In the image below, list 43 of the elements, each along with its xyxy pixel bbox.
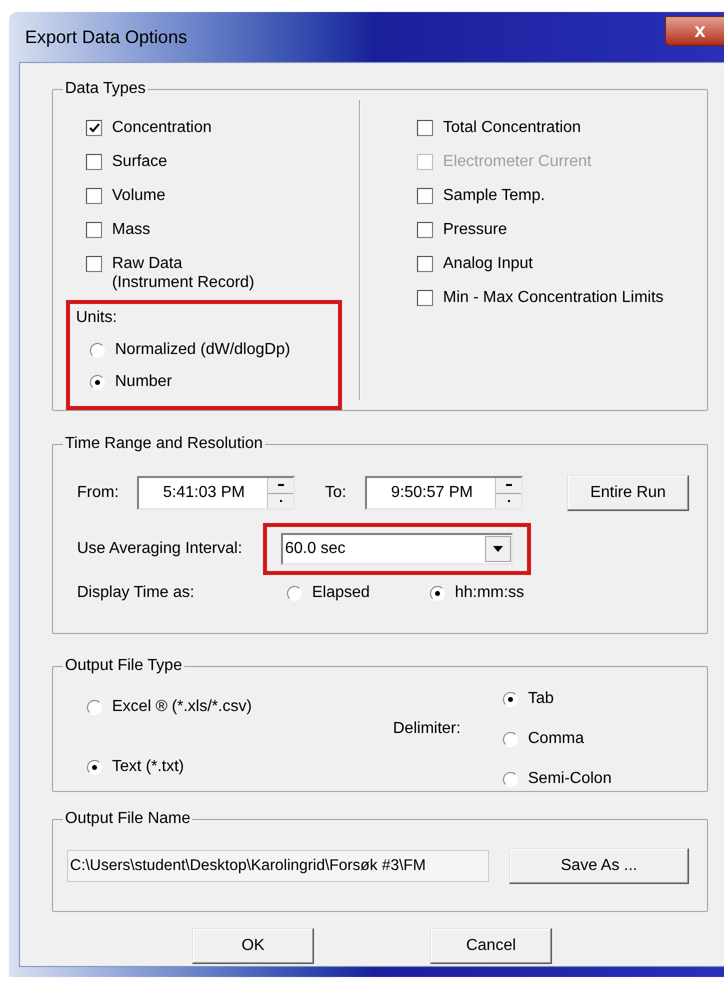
- from-label: From:: [77, 483, 120, 503]
- checkbox-label: Volume: [112, 186, 166, 205]
- units-label: Units:: [76, 308, 118, 328]
- dialog-button[interactable]: Entire Run: [567, 475, 689, 511]
- interval-dropdown[interactable]: 60.0 sec: [281, 533, 513, 565]
- checkbox-label: Electrometer Current: [443, 152, 592, 171]
- radio-label: Normalized (dW/dlogDp): [115, 340, 290, 360]
- checkbox-label: Sample Temp.: [443, 186, 545, 205]
- dialog-button[interactable]: OK: [192, 928, 314, 964]
- averaging-label: Use Averaging Interval:: [77, 539, 244, 559]
- radio-label: Comma: [528, 729, 584, 749]
- display-time-label: Display Time as:: [77, 583, 196, 603]
- radio-label: Semi-Colon: [528, 769, 612, 789]
- interval-value: 60.0 sec: [284, 539, 346, 559]
- radio-label: Tab: [528, 689, 554, 709]
- time-field[interactable]: 9:50:57 PM: [365, 476, 523, 510]
- radio-label: hh:mm:ss: [454, 583, 524, 603]
- time-value: 5:41:03 PM: [162, 483, 246, 503]
- time-field[interactable]: 5:41:03 PM: [137, 476, 295, 510]
- dialog-button[interactable]: Cancel: [430, 928, 552, 964]
- window-title: Export Data Options: [24, 26, 188, 49]
- checkbox-label: Min - Max Concentration Limits: [443, 288, 664, 307]
- time-value: 9:50:57 PM: [390, 483, 474, 503]
- group-title: Output File Name: [63, 809, 192, 829]
- to-label: To:: [325, 483, 348, 503]
- checkbox-label: Surface: [112, 152, 168, 171]
- radio-label: Elapsed: [312, 583, 370, 603]
- close-button[interactable]: x: [665, 16, 724, 46]
- checkbox-label: Mass: [112, 220, 150, 239]
- delimiter-label: Delimiter:: [393, 719, 461, 739]
- file-path-field[interactable]: C:\Users\student\Desktop\Karolingrid\Forsøk #3\FM: [67, 850, 489, 882]
- checkbox-label: Total Concentration: [443, 118, 581, 137]
- checkbox-label: Concentration: [112, 118, 212, 137]
- radio-label: Excel ® (*.xls/*.csv): [112, 697, 252, 717]
- radio-label: Text (*.txt): [112, 757, 184, 777]
- checkbox-label: Pressure: [443, 220, 508, 239]
- checkbox-label: Raw Data (Instrument Record): [112, 254, 254, 292]
- dialog-button[interactable]: Save As ...: [509, 848, 689, 884]
- radio-label: Number: [115, 372, 172, 392]
- group-title: Output File Type: [63, 656, 184, 676]
- group-title: Data Types: [63, 79, 148, 99]
- group-title: Time Range and Resolution: [63, 434, 265, 454]
- checkbox-label: Analog Input: [443, 254, 533, 273]
